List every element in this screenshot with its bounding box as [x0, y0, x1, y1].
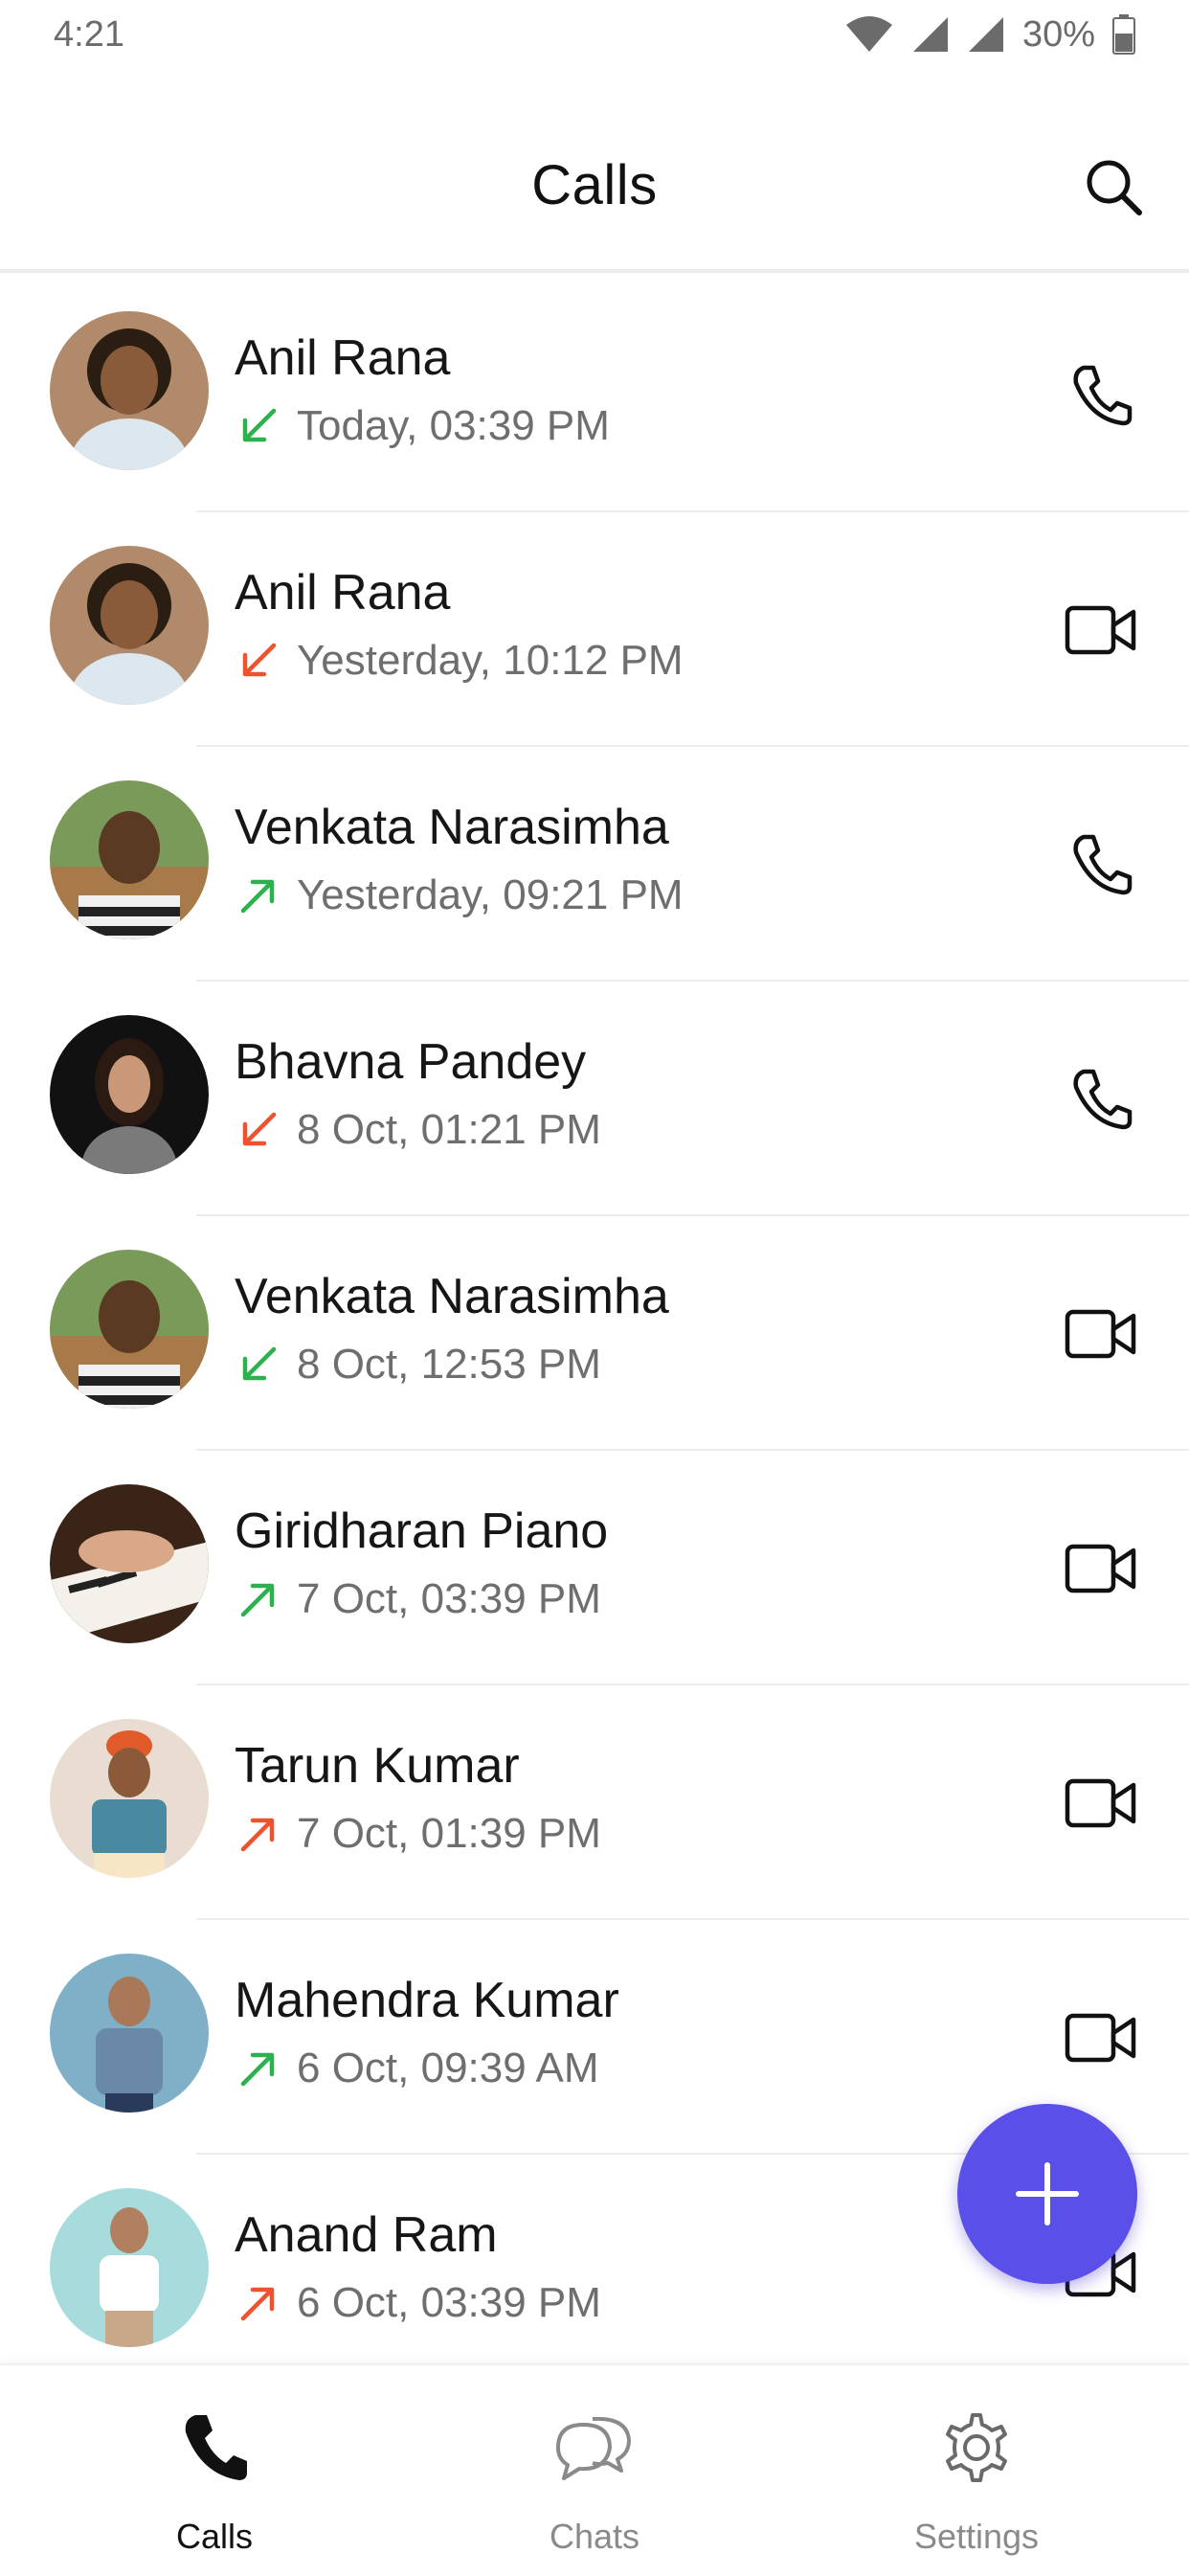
video-call-icon[interactable]	[1063, 1535, 1139, 1602]
status-time: 4:21	[54, 13, 124, 55]
new-call-button[interactable]	[957, 2104, 1137, 2284]
call-time: Today, 03:39 PM	[297, 402, 610, 449]
page-title: Calls	[531, 154, 658, 216]
wifi-icon	[845, 16, 892, 52]
outgoing-call-arrow-icon	[240, 1818, 275, 1852]
avatar	[50, 311, 209, 470]
missed-call-arrow-icon	[242, 643, 277, 677]
caller-name: Tarun Kumar	[235, 1738, 520, 1794]
nav-tab-chats[interactable]: Chats	[470, 2365, 719, 2576]
avatar	[50, 1719, 209, 1878]
caller-name: Anil Rana	[235, 330, 451, 386]
call-time: 7 Oct, 01:39 PM	[297, 1810, 601, 1857]
call-row[interactable]: Venkata Narasimha 8 Oct, 12:53 PM	[0, 1216, 1189, 1451]
caller-name: Giridharan Piano	[235, 1503, 609, 1559]
caller-name: Venkata Narasimha	[235, 800, 669, 855]
nav-label-settings: Settings	[913, 2517, 1040, 2556]
battery-icon	[1112, 14, 1135, 55]
call-time: 8 Oct, 12:53 PM	[297, 1341, 601, 1388]
nav-tab-settings[interactable]: Settings	[852, 2365, 1101, 2576]
nav-label-chats: Chats	[549, 2517, 640, 2556]
call-row[interactable]: Anil Rana Yesterday, 10:12 PM	[0, 512, 1189, 747]
app-header: Calls	[0, 69, 1189, 273]
signal-icon	[968, 17, 1003, 52]
video-call-icon[interactable]	[1063, 597, 1139, 664]
status-bar: 4:21 30%	[0, 0, 1189, 69]
call-row[interactable]: Bhavna Pandey 8 Oct, 01:21 PM	[0, 982, 1189, 1216]
call-time: 6 Oct, 03:39 PM	[297, 2279, 601, 2326]
chat-bubbles-icon	[556, 2416, 631, 2480]
call-time: 6 Oct, 09:39 AM	[297, 2045, 599, 2091]
avatar	[50, 1015, 209, 1174]
phone-icon[interactable]	[1063, 362, 1139, 429]
missed-call-arrow-icon	[242, 1112, 277, 1146]
video-call-icon[interactable]	[1063, 1770, 1139, 1837]
call-row[interactable]: Anil Rana Today, 03:39 PM	[0, 278, 1189, 512]
call-time: 7 Oct, 03:39 PM	[297, 1575, 601, 1622]
outgoing-call-arrow-icon	[240, 1583, 275, 1617]
status-icons: 30%	[844, 14, 1135, 56]
avatar	[50, 1484, 209, 1643]
call-row[interactable]: Giridharan Piano 7 Oct, 03:39 PM	[0, 1451, 1189, 1685]
avatar	[50, 546, 209, 705]
caller-name: Bhavna Pandey	[235, 1034, 587, 1090]
caller-name: Venkata Narasimha	[235, 1269, 669, 1324]
nav-tab-calls[interactable]: Calls	[90, 2365, 339, 2576]
incoming-call-arrow-icon	[242, 408, 277, 442]
phone-icon[interactable]	[1063, 1066, 1139, 1133]
call-row[interactable]: Venkata Narasimha Yesterday, 09:21 PM	[0, 747, 1189, 982]
outgoing-call-arrow-icon	[240, 879, 275, 914]
gear-icon	[946, 2413, 1007, 2482]
video-call-icon[interactable]	[1063, 1300, 1139, 1367]
battery-percent: 30%	[1021, 13, 1095, 55]
calls-list: Anil Rana Today, 03:39 PM Anil Rana Yest…	[0, 278, 1189, 2389]
plus-icon	[1016, 2162, 1079, 2226]
video-call-icon[interactable]	[1063, 2004, 1139, 2071]
phone-icon[interactable]	[1063, 831, 1139, 898]
avatar	[50, 1954, 209, 2113]
avatar	[50, 2188, 209, 2347]
search-icon[interactable]	[1082, 155, 1147, 220]
outgoing-call-arrow-icon	[240, 2052, 275, 2087]
call-time: Yesterday, 09:21 PM	[297, 871, 684, 918]
caller-name: Mahendra Kumar	[235, 1973, 619, 2028]
bottom-nav: Calls Chats Settings	[0, 2363, 1189, 2576]
avatar	[50, 1250, 209, 1409]
avatar	[50, 780, 209, 939]
nav-label-calls: Calls	[175, 2517, 253, 2556]
caller-name: Anil Rana	[235, 565, 451, 621]
phone-icon	[185, 2415, 247, 2480]
incoming-call-arrow-icon	[242, 1346, 277, 1381]
caller-name: Anand Ram	[235, 2207, 498, 2263]
call-time: 8 Oct, 01:21 PM	[297, 1106, 601, 1153]
call-time: Yesterday, 10:12 PM	[297, 637, 684, 684]
call-row[interactable]: Tarun Kumar 7 Oct, 01:39 PM	[0, 1685, 1189, 1920]
outgoing-call-arrow-icon	[240, 2287, 275, 2321]
signal-icon	[912, 17, 948, 52]
